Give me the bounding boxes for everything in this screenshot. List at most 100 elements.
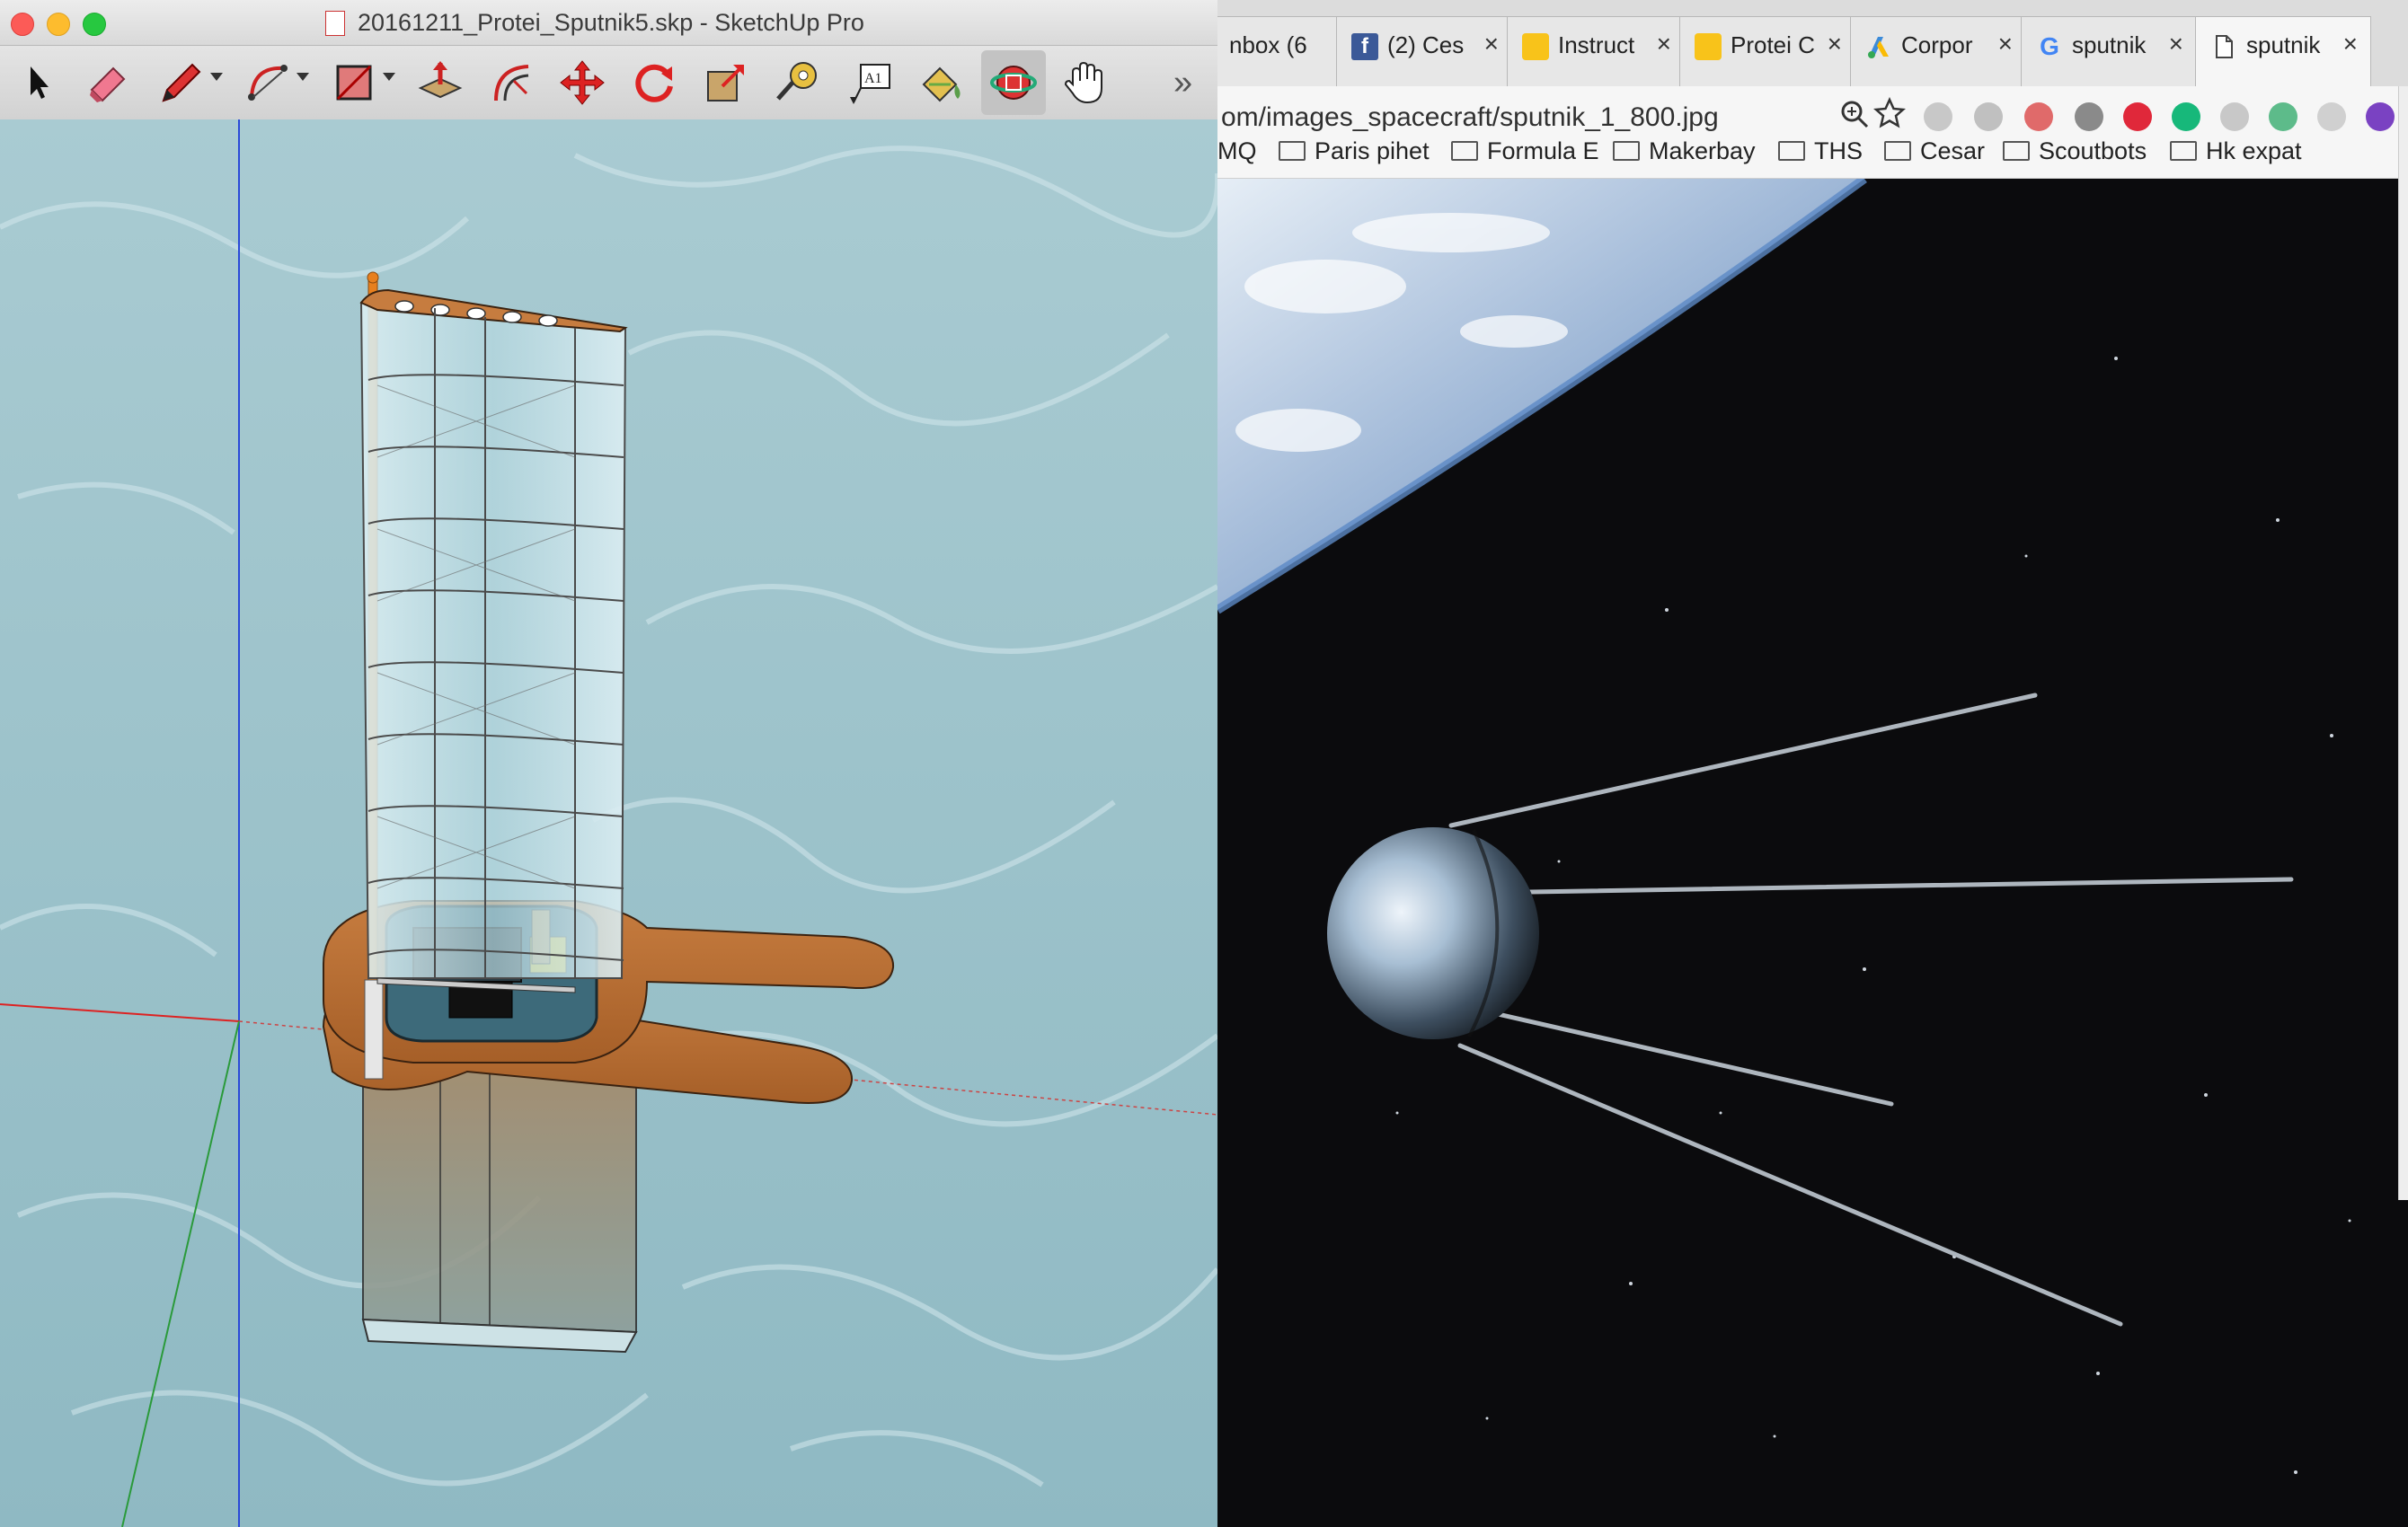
paint-bucket-tool-button[interactable]	[909, 50, 974, 115]
skype-extension-icon[interactable]	[1924, 102, 1952, 131]
arrow-cursor-icon	[31, 66, 49, 99]
zoom-window-button[interactable]	[83, 13, 106, 36]
eraser-icon	[90, 66, 126, 102]
bookmark-paris-pihet[interactable]: Paris pihet	[1279, 131, 1430, 171]
toolbar-overflow-chevron[interactable]: »	[1173, 64, 1192, 102]
line-tool-dropdown-caret[interactable]	[210, 73, 223, 81]
tab-label: (2) Ces	[1387, 31, 1465, 58]
rotate-tool-button[interactable]	[622, 50, 686, 115]
pan-tool-button[interactable]	[1053, 50, 1118, 115]
red-axis-line	[0, 1003, 240, 1022]
sputnik-sphere	[1327, 827, 1539, 1039]
arc-tool-dropdown-caret[interactable]	[297, 73, 309, 81]
tab-google-sputnik[interactable]: G sputnik ×	[2021, 16, 2197, 86]
tab-protei[interactable]: Protei C ×	[1679, 16, 1855, 86]
tape-measure-tool-button[interactable]	[766, 50, 830, 115]
folder-icon	[2170, 141, 2197, 161]
facebook-tab-icon: f	[1351, 33, 1378, 60]
eyedropper-extension-icon[interactable]	[2075, 102, 2103, 131]
window-title: 20161211_Protei_Sputnik5.skp - SketchUp …	[358, 9, 864, 36]
protei-model-drawing	[0, 119, 1217, 1527]
hand-pan-icon	[1064, 61, 1102, 104]
sketchup-toolbar: A1 »	[0, 46, 1217, 120]
tab-close-icon[interactable]: ×	[2169, 30, 2183, 58]
eraser-tool-button[interactable]	[75, 50, 140, 115]
offset-tool-button[interactable]	[480, 50, 544, 115]
zoom-magnifier-icon[interactable]	[1839, 99, 1870, 129]
tab-label: nbox (6	[1229, 31, 1307, 58]
folder-icon	[1279, 141, 1306, 161]
text-tool-glyph: A1	[864, 71, 882, 86]
rotate-icon	[635, 64, 673, 102]
asana-extension-icon[interactable]	[2024, 102, 2053, 131]
text-tool-icon: A1	[850, 64, 890, 104]
tab-close-icon[interactable]: ×	[1828, 30, 1842, 58]
pinterest-extension-icon[interactable]	[2123, 102, 2152, 131]
offset-icon	[494, 65, 529, 102]
instructables-tab-icon	[1522, 33, 1549, 60]
rainbow-extension-icon[interactable]	[2269, 102, 2297, 131]
chat-extension-icon[interactable]	[1974, 102, 2003, 131]
rectangle-tool-dropdown-caret[interactable]	[383, 73, 395, 81]
wing-sail	[359, 294, 627, 979]
rectangle-tool-button[interactable]	[322, 50, 386, 115]
tab-facebook[interactable]: f (2) Ces ×	[1336, 16, 1512, 86]
tab-label: sputnik	[2246, 31, 2321, 58]
inbox-extension-icon[interactable]	[2220, 102, 2249, 131]
tab-close-icon[interactable]: ×	[1998, 30, 2013, 58]
sputnik-space-image	[1217, 179, 2408, 1527]
orbit-icon	[990, 66, 1037, 100]
push-pull-tool-button[interactable]	[408, 50, 473, 115]
tab-label: Protei C	[1731, 31, 1815, 58]
rectangle-icon	[336, 65, 372, 101]
push-pull-icon	[418, 61, 463, 99]
line-tool-button[interactable]	[149, 50, 214, 115]
tape-measure-icon	[776, 62, 817, 101]
close-window-button[interactable]	[11, 13, 34, 36]
tab-close-icon[interactable]: ×	[2343, 30, 2358, 58]
move-tool-button[interactable]	[550, 50, 615, 115]
bookmark-formula-e[interactable]: Formula E	[1451, 131, 1599, 171]
green-axis-line	[121, 1020, 240, 1527]
scale-icon	[707, 65, 744, 102]
bookmark-makerbay[interactable]: Makerbay	[1613, 131, 1756, 171]
tab-sputnik-image[interactable]: sputnik ×	[2195, 16, 2371, 86]
folder-icon	[1613, 141, 1640, 161]
document-file-icon	[325, 11, 345, 36]
tab-instructables[interactable]: Instruct ×	[1507, 16, 1685, 86]
select-tool-button[interactable]	[5, 50, 70, 115]
arc-icon	[248, 65, 288, 101]
grammarly-extension-icon[interactable]	[2172, 102, 2200, 131]
bookmark-star-icon[interactable]	[1873, 97, 1906, 129]
sketchup-window: 20161211_Protei_Sputnik5.skp - SketchUp …	[0, 0, 1217, 1527]
tab-close-icon[interactable]: ×	[1484, 30, 1499, 58]
tab-label: Instruct	[1558, 31, 1635, 58]
sputnik-image-viewer	[1217, 179, 2408, 1527]
scale-tool-button[interactable]	[694, 50, 758, 115]
folder-icon	[1451, 141, 1478, 161]
bookmark-scoutbots[interactable]: Scoutbots	[2003, 131, 2147, 171]
chrome-window: nbox (6 × f (2) Ces × Instruct × Protei …	[1217, 0, 2408, 1527]
instructables-tab-icon	[1695, 33, 1722, 60]
tab-adwords[interactable]: Corpor ×	[1850, 16, 2026, 86]
orbit-tool-button[interactable]	[981, 50, 1046, 115]
minimize-window-button[interactable]	[47, 13, 70, 36]
tab-close-icon[interactable]: ×	[1657, 30, 1671, 58]
tab-label: Corpor	[1901, 31, 1973, 58]
bookmark-mq[interactable]: MQ	[1217, 131, 1257, 171]
paint-bucket-icon	[922, 66, 961, 102]
bold-extension-icon[interactable]	[2317, 102, 2346, 131]
text-tool-button[interactable]: A1	[837, 50, 902, 115]
adwords-tab-icon	[1868, 37, 1889, 58]
sketchup-3d-viewport[interactable]	[0, 119, 1217, 1527]
bookmark-hk-expat[interactable]: Hk expat	[2170, 131, 2302, 171]
yahoo-extension-icon[interactable]	[2366, 102, 2395, 131]
tab-label: sputnik	[2072, 31, 2147, 58]
arc-tool-button[interactable]	[235, 50, 300, 115]
bookmark-cesar[interactable]: Cesar	[1884, 131, 1985, 171]
folder-icon	[2003, 141, 2030, 161]
pencil-icon	[162, 63, 201, 102]
page-scrollbar[interactable]	[2398, 86, 2408, 1200]
folder-icon	[1778, 141, 1805, 161]
bookmark-ths[interactable]: THS	[1778, 131, 1863, 171]
